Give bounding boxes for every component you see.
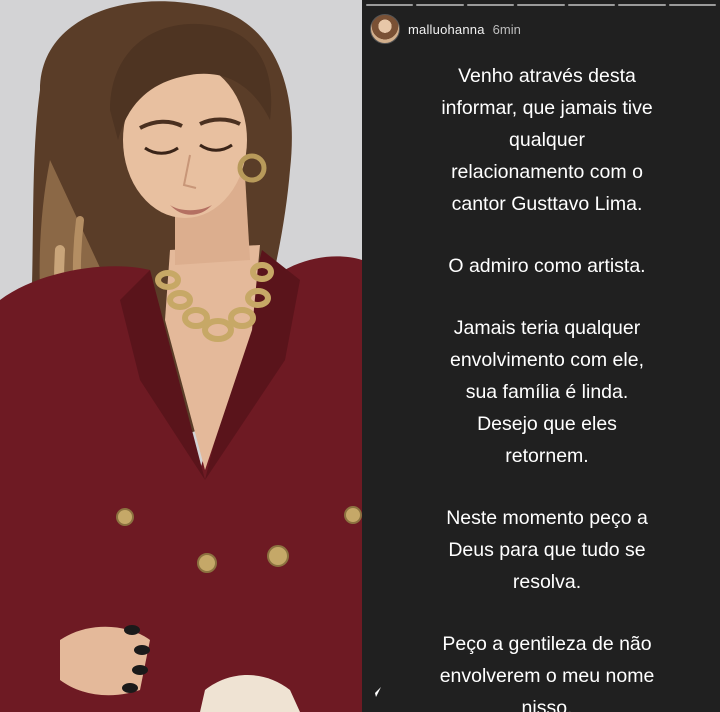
story-message: Venho através desta informar, que jamais… [402,60,692,712]
progress-segment [567,4,616,6]
story-paragraph: Neste momento peço a Deus para que tudo … [446,507,648,593]
story-screenshot-composite: malluohanna 6min Venho através desta inf… [0,0,720,712]
portrait-illustration [0,0,362,712]
portrait-photo [0,0,362,712]
story-paragraph: Peço a gentileza de não envolverem o meu… [439,633,655,712]
progress-segment [466,4,515,6]
story-progress-bars [366,4,716,6]
story-header: malluohanna 6min [370,14,521,44]
progress-segment [416,4,464,6]
instagram-story-panel: malluohanna 6min Venho através desta inf… [362,0,720,712]
progress-segment [668,4,716,6]
send-arrow-icon[interactable] [370,686,382,698]
story-timestamp: 6min [492,21,521,37]
progress-segment [618,4,666,6]
story-username[interactable]: malluohanna [408,22,485,37]
progress-segment [517,4,565,6]
progress-segment [366,4,414,6]
story-paragraph: O admiro como artista. [448,255,646,277]
story-paragraph: Venho através desta informar, que jamais… [441,65,653,215]
story-paragraph: Jamais teria qualquer envolvimento com e… [449,317,644,467]
profile-avatar[interactable] [370,14,400,44]
